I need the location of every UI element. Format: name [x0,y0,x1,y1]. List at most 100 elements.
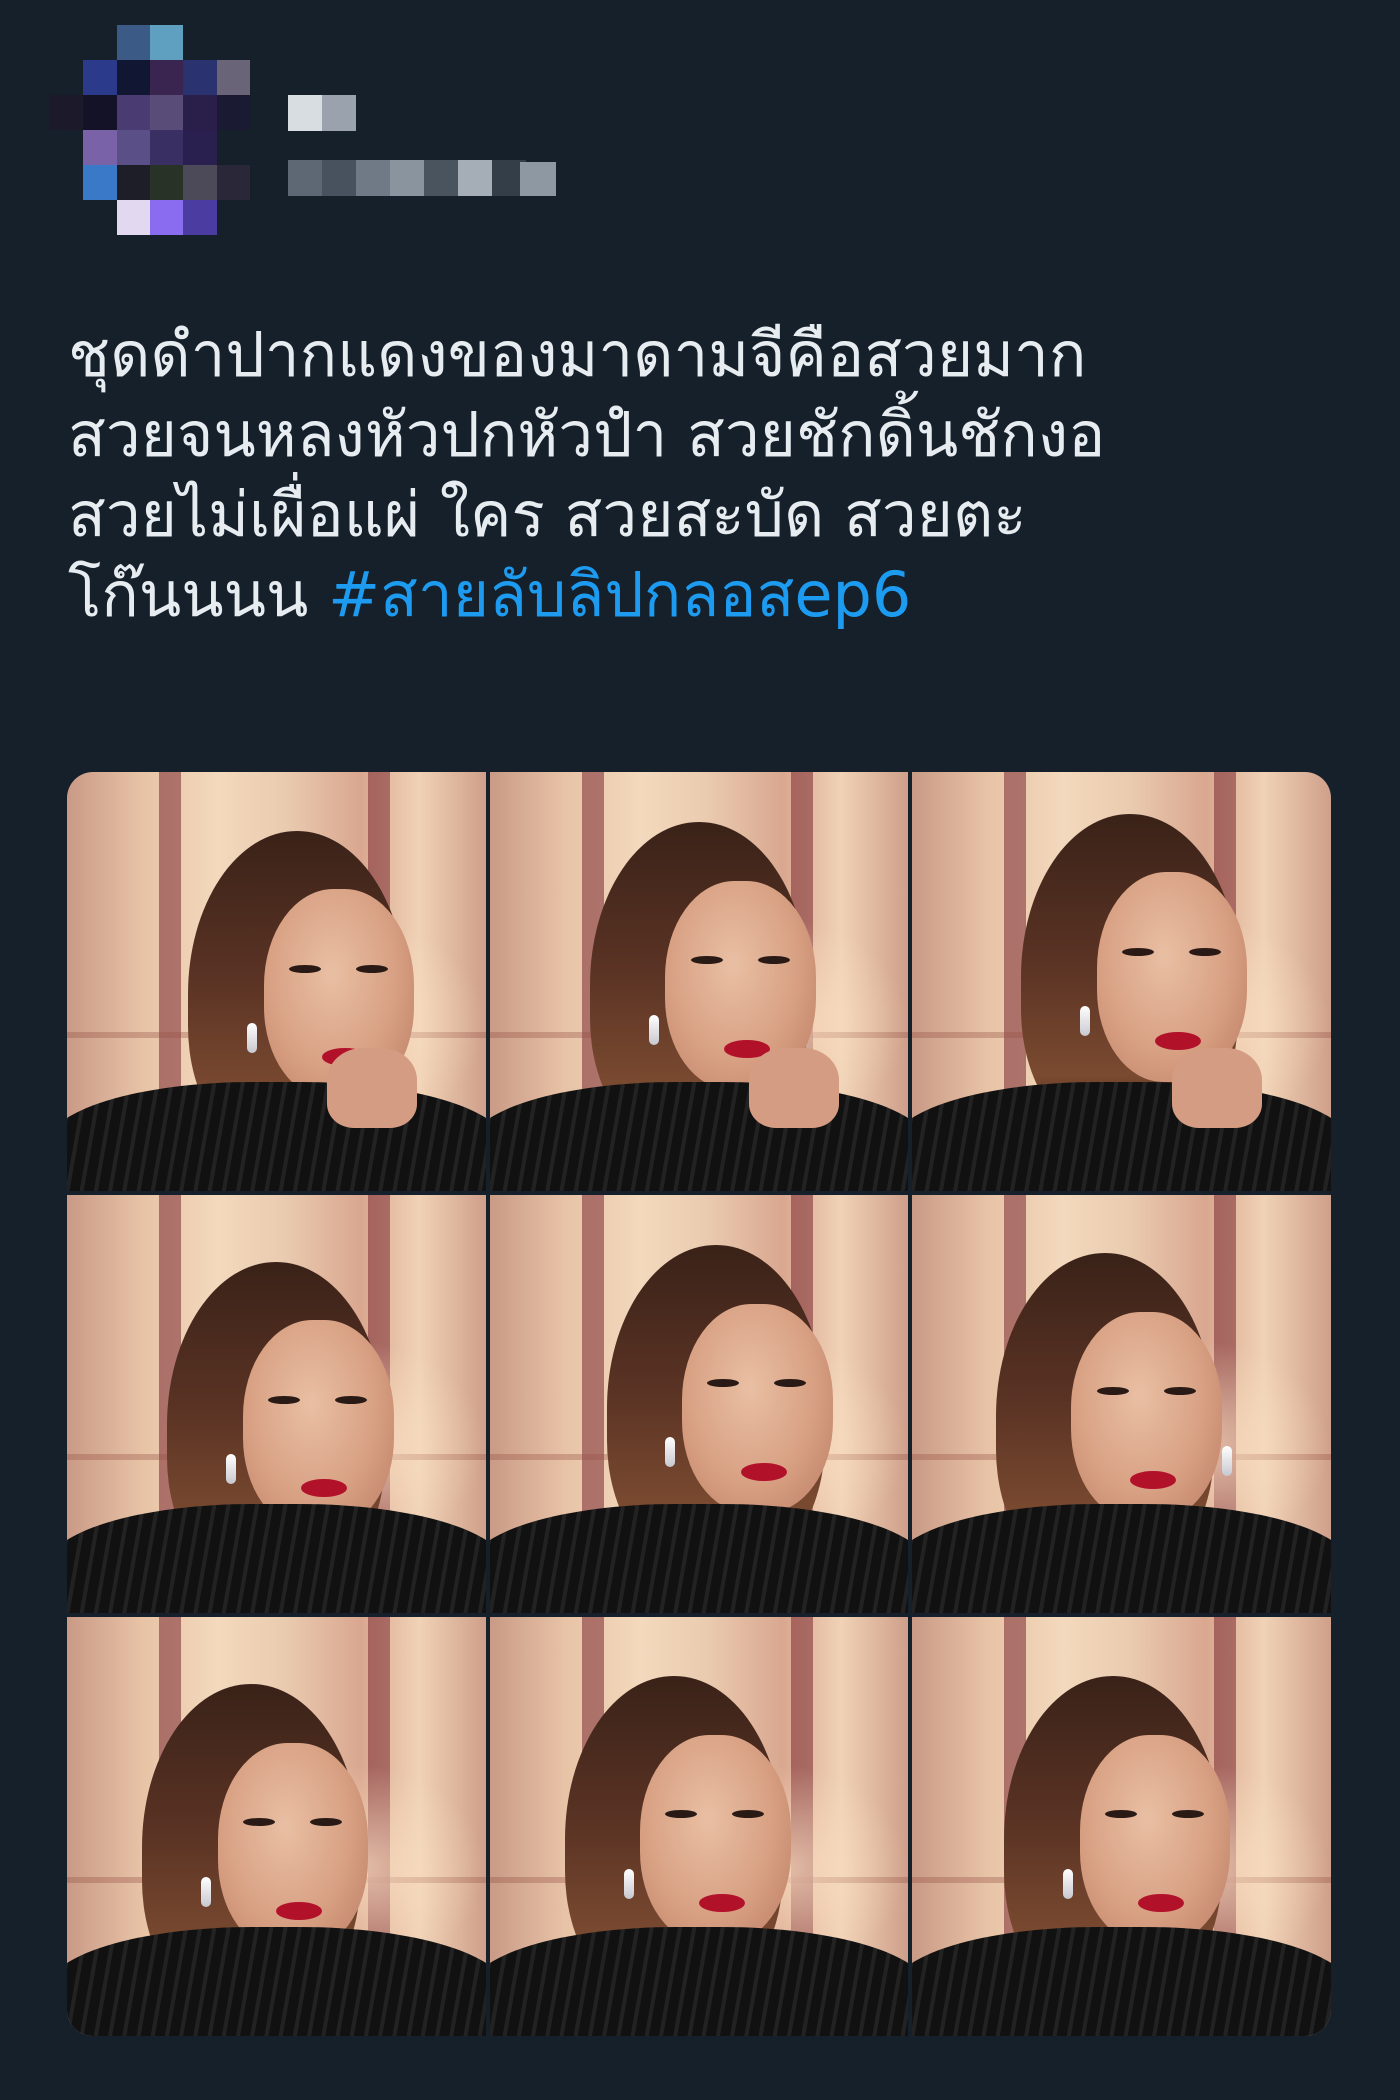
avatar-pixel [183,25,217,60]
eye [1121,947,1154,956]
avatar-pixel [216,25,250,60]
black-blouse [912,1081,1331,1191]
eye [334,1395,367,1404]
hand [749,1048,840,1129]
avatar-pixel [83,165,117,200]
black-blouse [489,1927,909,2036]
author-name-censored[interactable] [288,95,356,131]
photo-thumbnail[interactable] [912,1194,1331,1614]
tweet-card: ชุดดำปากแดงของมาดามจีคือสวยมาก สวยจนหลงห… [0,0,1400,2100]
tweet-text-line: โก๊นนนน [68,558,309,631]
hand [326,1048,417,1129]
black-blouse [67,1504,486,1614]
avatar-pixel [50,200,84,235]
timestamp-censored [520,162,556,196]
media-grid[interactable] [67,772,1331,2036]
photo-thumbnail[interactable] [912,1617,1331,2036]
lips [698,1893,745,1912]
avatar-pixel [50,25,84,60]
earring [247,1023,258,1054]
photo-thumbnail[interactable] [912,772,1331,1191]
photo-thumbnail[interactable] [67,1617,486,2036]
avatar-pixel [149,60,184,95]
avatar-pixel [116,60,150,95]
photo-thumbnail[interactable] [489,1617,909,2036]
avatar-pixel [183,165,217,200]
tweet-text: ชุดดำปากแดงของมาดามจีคือสวยมาก สวยจนหลงห… [68,315,1348,635]
avatar-pixel [83,200,117,235]
avatar-pixel [116,165,150,200]
avatar-pixel [149,25,184,60]
avatar-pixel [50,95,84,130]
avatar-pixel [149,165,184,200]
face [1071,1311,1223,1522]
avatar-pixel [116,95,150,130]
tweet-text-line: สวยไม่เผื่อแผ่ ใคร สวยสะบัด สวยตะ [68,478,1027,551]
face [1079,1734,1231,1944]
face [640,1734,792,1944]
avatar-pixel [83,130,117,165]
avatar-pixel [116,200,150,235]
earring [665,1437,676,1468]
avatar-pixel [83,25,117,60]
eye [355,964,388,973]
photo-thumbnail[interactable] [67,1194,486,1614]
eye [1171,1809,1204,1818]
avatar-pixel [116,25,150,60]
hand [1171,1048,1262,1129]
avatar-pixel [216,200,250,235]
earring [623,1868,634,1899]
tweet-text-line-last: โก๊นนนน #สายลับลิปกลอสep6 [68,555,1348,635]
lips [1130,1470,1177,1489]
eye [665,1809,698,1818]
avatar-pixel [83,60,117,95]
lips [740,1462,787,1481]
avatar-pixel [216,165,250,200]
black-blouse [912,1504,1331,1614]
author-handle-censored[interactable] [288,160,526,196]
eye [288,964,321,973]
avatar-pixel [183,95,217,130]
avatar-pixel [149,200,184,235]
eye [707,1378,740,1387]
avatar-pixel [50,60,84,95]
tweet-text-line: ชุดดำปากแดงของมาดามจีคือสวยมาก [68,318,1087,391]
avatar-pixel [83,95,117,130]
photo-thumbnail[interactable] [67,772,486,1191]
face [242,1320,394,1530]
photo-thumbnail[interactable] [489,1194,909,1614]
face [682,1303,833,1513]
avatar-pixel [216,95,250,130]
avatar-pixel [116,130,150,165]
black-blouse [912,1927,1331,2036]
earring [1063,1868,1074,1899]
earring [200,1876,211,1907]
lips [1155,1031,1202,1050]
black-blouse [489,1504,909,1614]
eye [774,1378,807,1387]
avatar-pixel [216,60,250,95]
avatar-pixel [50,165,84,200]
avatar-pixel [183,60,217,95]
avatar-pixel [216,130,250,165]
earring [1222,1445,1233,1476]
author-avatar[interactable] [50,25,250,235]
lips [276,1902,323,1920]
hashtag-link[interactable]: #สายลับลิปกลอสep6 [328,558,911,631]
tweet-text-line: สวยจนหลงหัวปกหัวปำ สวยชักดิ้นชักงอ [68,398,1106,471]
earring [226,1454,237,1485]
black-blouse [67,1081,486,1191]
avatar-pixel [149,130,184,165]
photo-thumbnail[interactable] [489,772,909,1191]
eye [1104,1809,1137,1818]
black-blouse [67,1927,486,2036]
eye [1188,947,1221,956]
avatar-pixel [183,130,217,165]
avatar-pixel [149,95,184,130]
black-blouse [489,1081,909,1191]
face [217,1742,369,1953]
earring [1079,1006,1090,1037]
avatar-pixel [50,130,84,165]
eye [732,1809,765,1818]
avatar-pixel [183,200,217,235]
